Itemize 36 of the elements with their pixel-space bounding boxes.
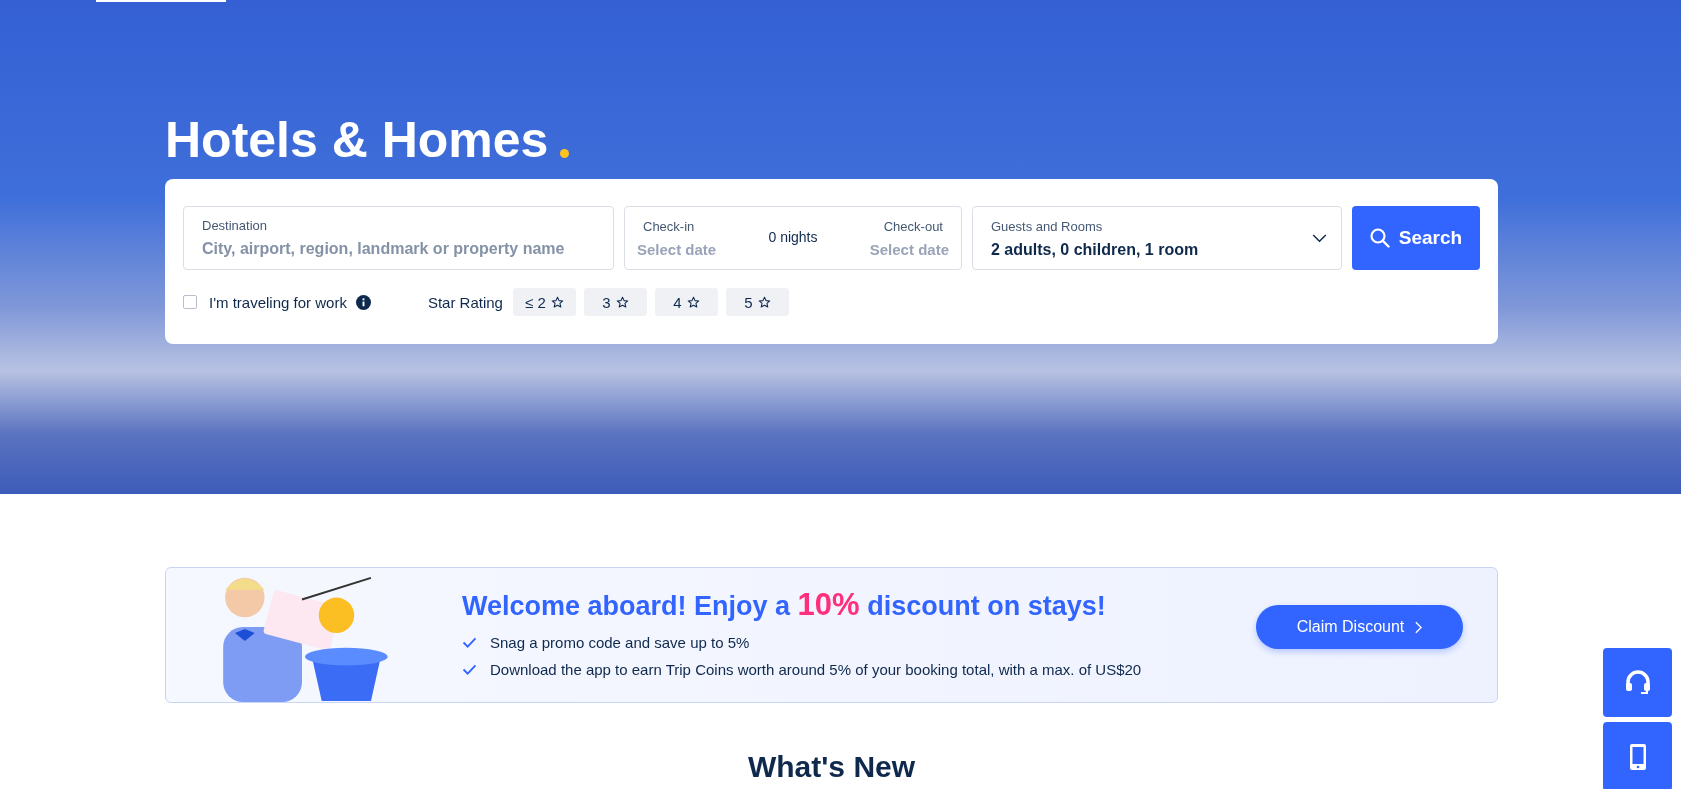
field-label: Check-out <box>882 218 944 236</box>
claim-discount-button[interactable]: Claim Discount <box>1256 605 1463 649</box>
field-label: Destination <box>202 217 269 235</box>
star-icon <box>686 295 700 309</box>
star-rating-option[interactable]: 3 <box>583 288 647 316</box>
star-rating-option[interactable]: 4 <box>654 288 718 316</box>
chevron-down-icon <box>1312 233 1327 243</box>
guests-value: 2 adults, 0 children, 1 room <box>991 240 1199 259</box>
promo-point: Download the app to earn Trip Coins worth around 5% of your booking total, with a max. of US$20 <box>490 661 1142 678</box>
field-label: Check-in <box>642 218 696 236</box>
field-label: Guests and Rooms <box>991 217 1104 236</box>
guests-field[interactable]: Guests and Rooms 2 adults, 0 children, 1 room <box>972 206 1342 270</box>
destination-field[interactable]: Destination City, airport, region, landmark or property name <box>183 206 614 270</box>
checkbox[interactable] <box>183 295 197 309</box>
info-icon <box>355 294 371 310</box>
check-icon <box>462 637 477 648</box>
star-icon <box>550 295 564 309</box>
checkbox-label[interactable]: I'm traveling for work <box>209 293 347 311</box>
chevron-right-icon <box>1415 620 1423 634</box>
section-title: What's New <box>746 749 917 785</box>
star-rating-label: Star Rating <box>427 293 503 311</box>
nights-count: 0 nights <box>768 229 818 245</box>
check-icon <box>462 664 477 675</box>
star-rating-option[interactable]: ≤ 2 <box>512 288 576 316</box>
promo-title: Welcome aboard! Enjoy a 10% discount on stays! <box>462 587 1107 623</box>
app-download-button[interactable] <box>1603 722 1672 789</box>
promo-point: Snag a promo code and save up to 5% <box>490 634 750 651</box>
page-title: Hotels & Homes <box>165 111 549 170</box>
star-rating-option[interactable]: 5 <box>725 288 789 316</box>
star-icon <box>615 295 629 309</box>
search-button[interactable]: Search <box>1352 206 1480 270</box>
star-icon <box>757 295 771 309</box>
search-icon <box>1369 228 1390 248</box>
dot-icon <box>560 149 570 158</box>
support-button[interactable] <box>1603 648 1672 717</box>
destination-placeholder: City, airport, region, landmark or property name <box>202 240 566 258</box>
